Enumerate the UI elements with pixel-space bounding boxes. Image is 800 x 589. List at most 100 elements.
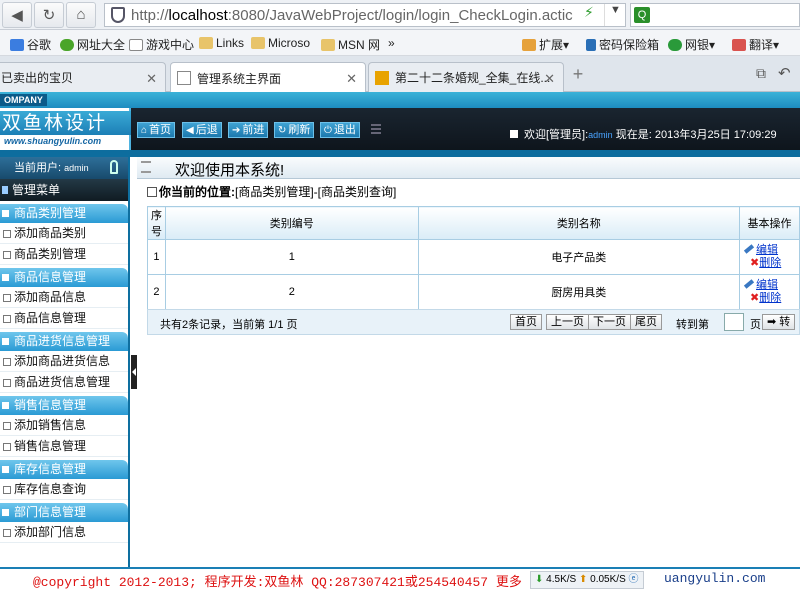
goto-label: 转到第 [676, 319, 709, 331]
bookmarks-more[interactable]: » [388, 36, 395, 50]
folder-icon [321, 38, 335, 51]
back-button[interactable]: ◀ [2, 1, 32, 28]
cell-actions: 编辑 ✖删除 [739, 274, 800, 310]
sidebar-item-query-inventory[interactable]: 库存信息查询 [0, 479, 128, 500]
delete-link[interactable]: 删除 [759, 257, 781, 269]
cell-index: 1 [147, 239, 166, 275]
close-icon[interactable]: ✕ [544, 71, 555, 87]
page-unit-label: 页 [750, 319, 761, 331]
undo-icon[interactable]: ↶ [778, 64, 791, 82]
tab-sold-items[interactable]: 已卖出的宝贝 ✕ [0, 62, 166, 92]
home-icon: ⌂ [76, 6, 86, 23]
sidebar-group-sales[interactable]: 销售信息管理 [0, 396, 128, 415]
menu-grip-icon[interactable] [371, 124, 381, 134]
sidebar-item-manage-purchase[interactable]: 商品进货信息管理 [0, 372, 128, 393]
logout-button[interactable]: ⏻ 退出 [320, 122, 360, 138]
sidebar-item-manage-product[interactable]: 商品信息管理 [0, 308, 128, 329]
bank-icon [668, 38, 682, 51]
folder-icon [251, 37, 265, 49]
search-input[interactable]: Q [630, 3, 800, 27]
table-row: 2 2 厨房用具类 编辑 ✖删除 [147, 274, 800, 310]
ie-icon[interactable]: ⓔ [629, 574, 639, 585]
arrow-left-icon: ◀ [186, 125, 194, 136]
bookmark-games[interactable]: 游戏中心 [129, 36, 194, 53]
soku-icon [375, 70, 389, 85]
table-header-row: 序号 类别编号 类别名称 基本操作 [147, 206, 800, 240]
sidebar-item-add-category[interactable]: 添加商品类别 [0, 223, 128, 244]
sidebar-group-product[interactable]: 商品信息管理 [0, 268, 128, 287]
site-link[interactable]: uangyulin.com [664, 571, 765, 586]
online-banking[interactable]: 网银 ▾ [668, 36, 715, 53]
edit-link[interactable]: 编辑 [756, 244, 778, 256]
grip-icon [141, 161, 151, 173]
url-host: localhost [168, 6, 228, 24]
bookmarks-bar: 谷歌 网址大全 游戏中心 Links Microso MSN 网 » 扩展 ▾ … [0, 30, 800, 56]
url-bar[interactable]: http://localhost:8080/JavaWebProject/log… [104, 3, 626, 27]
cell-code: 1 [164, 239, 419, 275]
close-icon[interactable]: ✕ [346, 71, 357, 87]
download-speed: 4.5K/S [546, 574, 577, 585]
bookmark-msn[interactable]: MSN 网 [321, 36, 380, 53]
back-nav-button[interactable]: ◀ 后退 [182, 122, 222, 138]
arrow-right-icon: ➔ [232, 125, 241, 136]
sidebar-item-add-department[interactable]: 添加部门信息 [0, 522, 128, 543]
sidebar-group-department[interactable]: 部门信息管理 [0, 503, 128, 522]
cell-index: 2 [147, 274, 166, 310]
col-header-index: 序号 [147, 206, 166, 240]
hao-icon [60, 38, 74, 51]
url-dropdown-icon[interactable]: ▼ [604, 4, 626, 26]
sidebar-item-manage-sales[interactable]: 销售信息管理 [0, 436, 128, 457]
sidebar-group-inventory[interactable]: 库存信息管理 [0, 460, 128, 479]
home-button[interactable]: ⌂ [66, 1, 96, 28]
go-button[interactable]: ➡ 转 [762, 314, 796, 330]
folder-icon [199, 37, 213, 49]
bookmark-google[interactable]: 谷歌 [10, 36, 51, 53]
password-vault[interactable]: 密码保险箱 [586, 36, 659, 53]
sidebar-item-add-sales[interactable]: 添加销售信息 [0, 415, 128, 436]
footer: @copyright 2012-2013; 程序开发:双鱼林 QQ:287307… [0, 567, 800, 589]
delete-link[interactable]: 删除 [759, 292, 781, 304]
first-page-button[interactable]: 首页 [510, 314, 542, 330]
table-row: 1 1 电子产品类 编辑 ✖删除 [147, 239, 800, 275]
sidebar-item-add-product[interactable]: 添加商品信息 [0, 287, 128, 308]
new-tab-button[interactable]: + [567, 64, 589, 86]
delete-icon: ✖ [750, 257, 760, 269]
lightning-icon[interactable]: ⚡ [584, 4, 594, 21]
next-page-button[interactable]: 下一页 [588, 314, 631, 330]
page-number-input[interactable] [724, 313, 744, 331]
last-page-button[interactable]: 尾页 [630, 314, 662, 330]
app-header: 双鱼林设计 www.shuangyulin.com ⌂ 首页 ◀ 后退 ➔ 前进 ↻ 刷… [0, 108, 800, 150]
sidebar-group-category[interactable]: 商品类别管理 [0, 204, 128, 223]
admin-user-link[interactable]: admin [588, 130, 613, 140]
home-nav-button[interactable]: ⌂ 首页 [137, 122, 176, 138]
close-icon[interactable]: ✕ [146, 71, 157, 87]
page-icon [129, 38, 143, 51]
translate-icon [732, 38, 746, 51]
sidebar-item-add-purchase[interactable]: 添加商品进货信息 [0, 351, 128, 372]
browser-toolbar: ◀ ↻ ⌂ http://localhost:8080/JavaWebProje… [0, 0, 800, 30]
logo: 双鱼林设计 www.shuangyulin.com [0, 108, 131, 150]
download-arrow-icon: ⬇ [535, 574, 544, 585]
tab-admin-main[interactable]: 管理系统主界面 ✕ [170, 62, 366, 93]
bookmark-hao[interactable]: 网址大全 [60, 36, 125, 53]
prev-page-button[interactable]: 上一页 [546, 314, 589, 330]
refresh-icon: ↻ [42, 6, 56, 24]
sidebar-item-manage-category[interactable]: 商品类别管理 [0, 244, 128, 265]
tab-video[interactable]: 第二十二条婚规_全集_在线... ✕ [368, 62, 564, 92]
refresh-nav-button[interactable]: ↻ 刷新 [274, 122, 315, 138]
copyright-text: @copyright 2012-2013; 程序开发:双鱼林 QQ:287307… [33, 575, 522, 589]
sidebar-group-purchase[interactable]: 商品进货信息管理 [0, 332, 128, 351]
pencil-icon [743, 279, 755, 289]
welcome-bar: 欢迎使用本系统! [137, 157, 800, 179]
translate-button[interactable]: 翻译 ▾ [732, 36, 779, 53]
extensions-menu[interactable]: 扩展 ▾ [522, 36, 569, 53]
app-top-strip: OMPANY [0, 92, 800, 108]
bookmark-links[interactable]: Links [199, 36, 244, 50]
edit-link[interactable]: 编辑 [756, 279, 778, 291]
search-engine-icon[interactable]: Q [634, 7, 650, 23]
restore-icon[interactable]: ⧉ [756, 65, 766, 82]
col-header-code: 类别编号 [164, 206, 419, 240]
forward-nav-button[interactable]: ➔ 前进 [228, 122, 269, 138]
refresh-button[interactable]: ↻ [34, 1, 64, 28]
bookmark-microsoft[interactable]: Microso [251, 36, 310, 50]
